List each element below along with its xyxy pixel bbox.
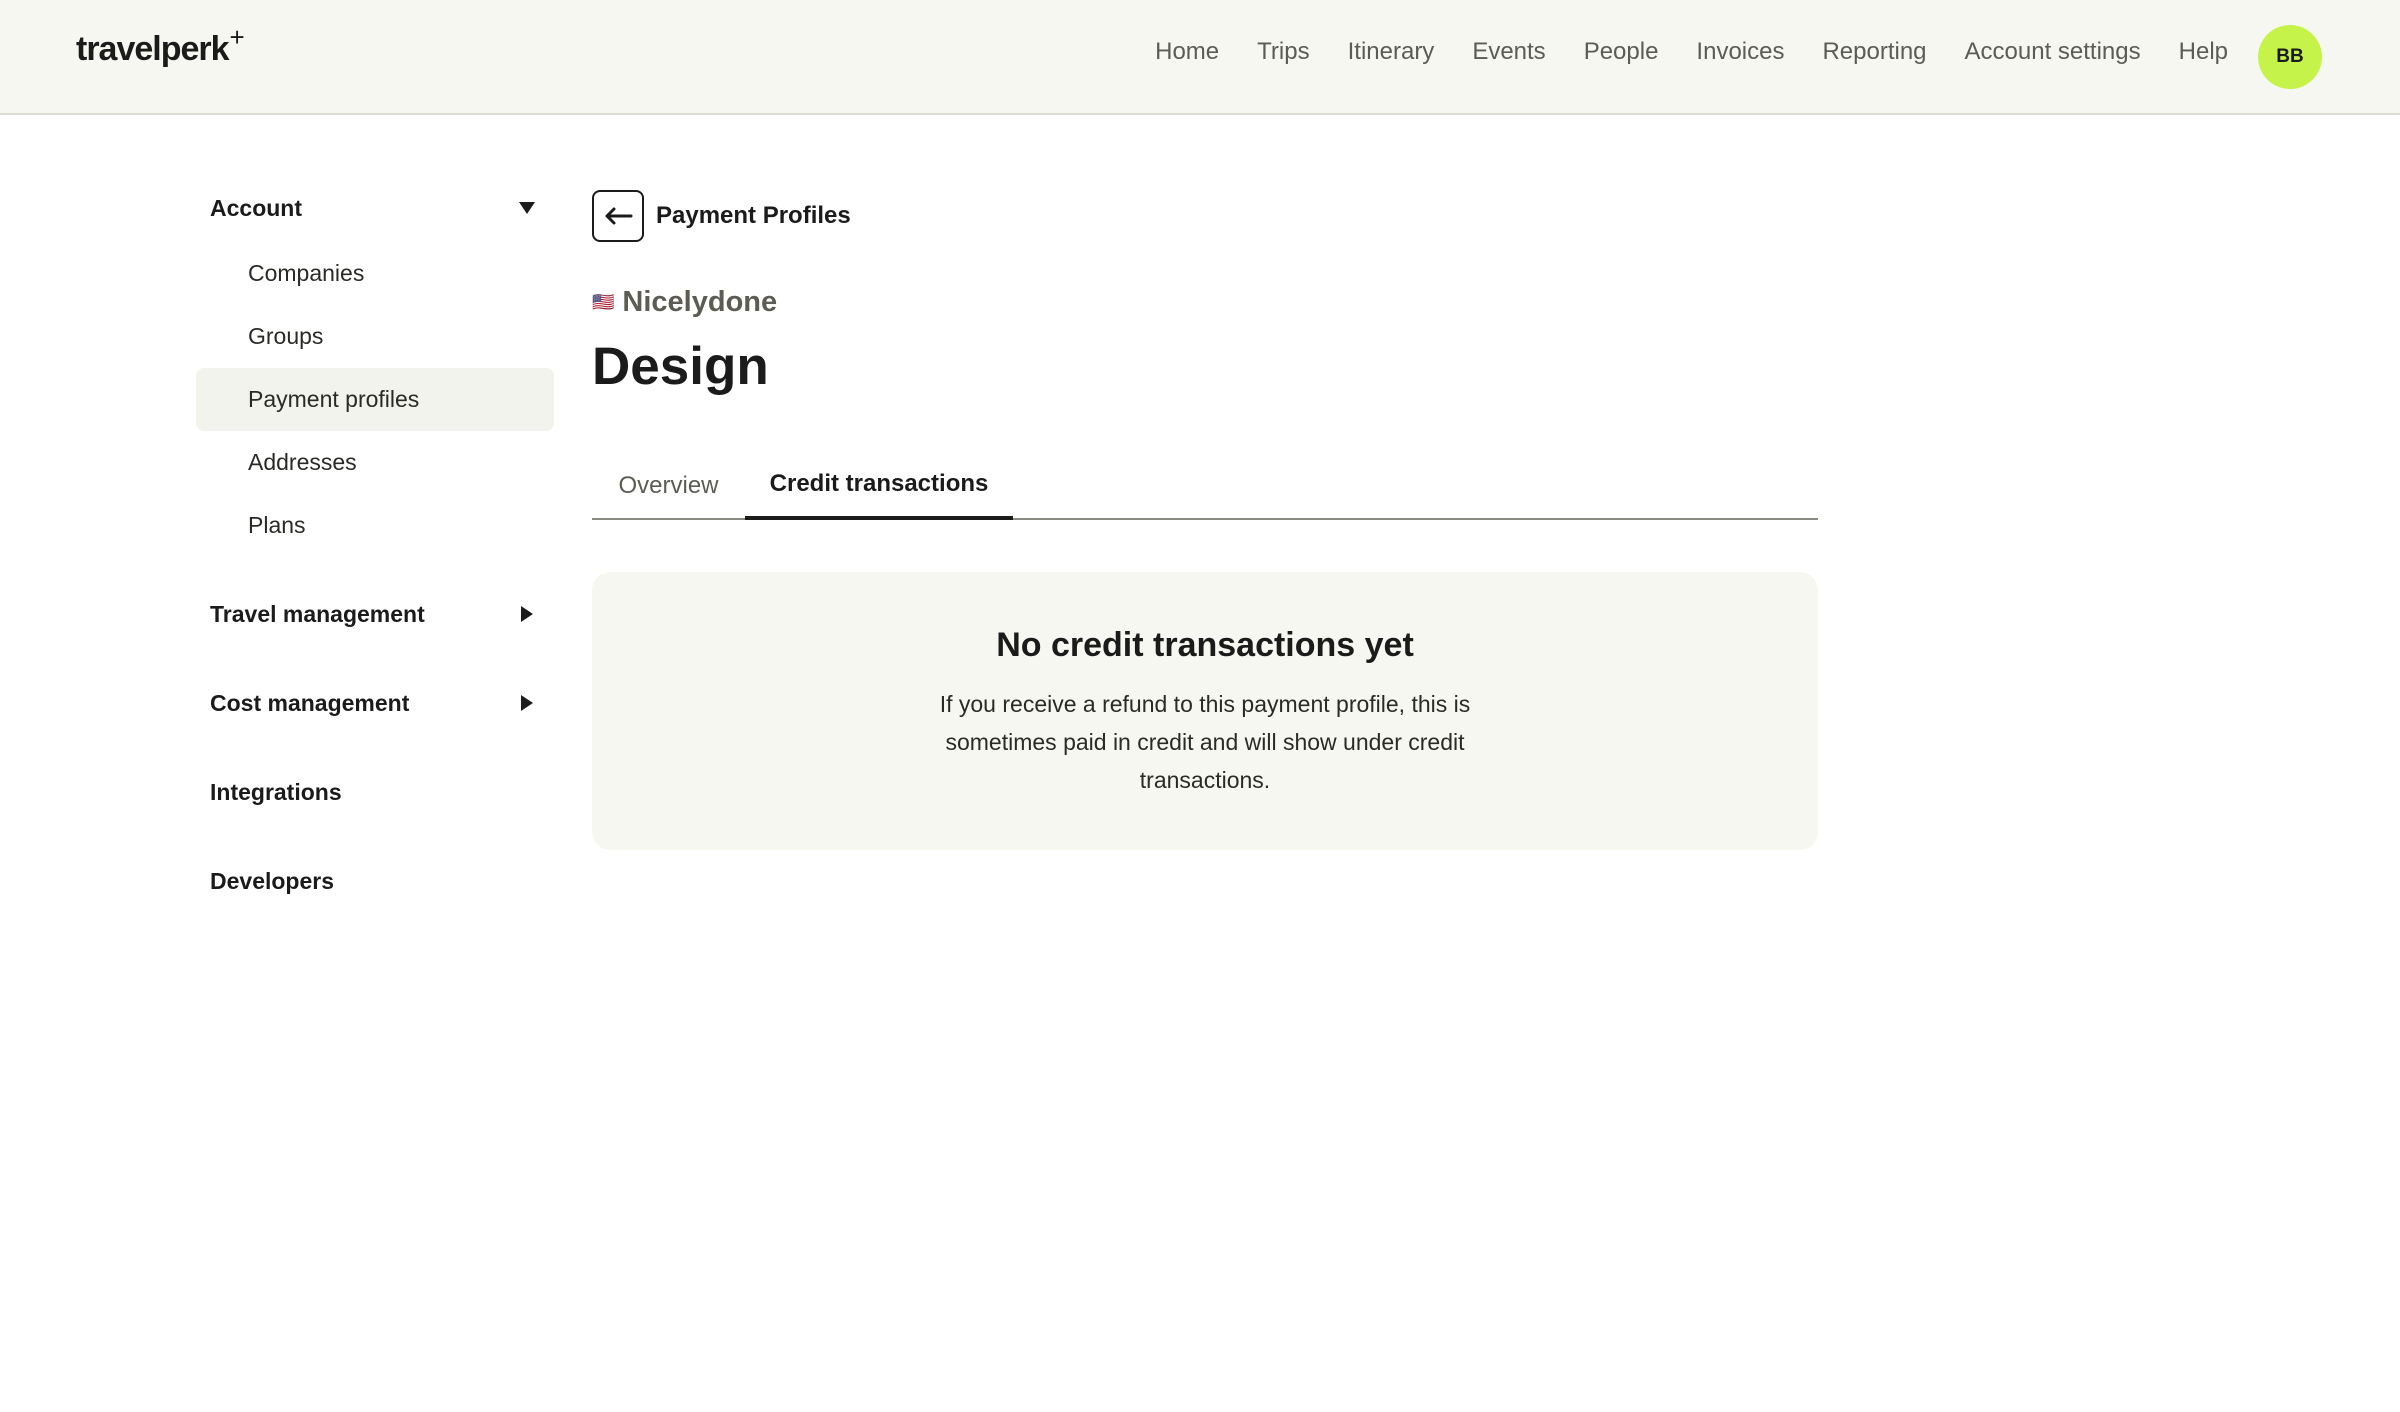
top-navigation-bar: travelperk+ Home Trips Itinerary Events … [0,0,2400,115]
sidebar-section-cost-management[interactable]: Cost management [196,671,554,735]
main-nav: Home Trips Itinerary Events People Invoi… [1155,38,2228,66]
logo-text: travelperk [76,30,230,68]
sidebar-section-label: Account [210,194,302,221]
nav-trips[interactable]: Trips [1257,38,1309,66]
us-flag-icon: 🇺🇸 [592,292,615,312]
sidebar-section-travel-management[interactable]: Travel management [196,582,554,646]
sidebar-section-integrations[interactable]: Integrations [196,760,554,824]
logo-plus-mark: + [229,22,245,52]
sidebar-section-label: Integrations [210,778,342,805]
sidebar-section-label: Developers [210,867,335,894]
travelperk-logo[interactable]: travelperk+ [76,22,245,69]
back-link-label[interactable]: Payment Profiles [656,202,851,230]
caret-down-icon [519,201,535,215]
nav-help[interactable]: Help [2179,38,2228,66]
nav-events[interactable]: Events [1472,38,1545,66]
empty-state-title: No credit transactions yet [996,626,1414,664]
nav-account-settings[interactable]: Account settings [1965,38,2141,66]
sidebar-item-addresses[interactable]: Addresses [196,431,554,494]
sidebar-section-account[interactable]: Account [196,176,554,240]
sidebar-item-payment-profiles[interactable]: Payment profiles [196,368,554,431]
caret-right-icon [520,695,534,711]
sidebar-section-label: Travel management [210,600,425,627]
company-name: Nicelydone [622,286,778,318]
sidebar-section-developers[interactable]: Developers [196,849,554,913]
page-title: Design [592,337,769,396]
nav-home[interactable]: Home [1155,38,1219,66]
nav-itinerary[interactable]: Itinerary [1348,38,1435,66]
profile-tabs: Overview Credit transactions [592,452,1818,520]
nav-reporting[interactable]: Reporting [1822,38,1926,66]
user-avatar[interactable]: BB [2258,25,2322,89]
nav-invoices[interactable]: Invoices [1696,38,1784,66]
sidebar-item-companies[interactable]: Companies [196,242,554,305]
empty-state-description: If you receive a refund to this payment … [939,691,1471,793]
tab-overview[interactable]: Overview [592,452,745,520]
caret-right-icon [520,606,534,622]
back-button[interactable] [592,190,644,242]
nav-people[interactable]: People [1584,38,1659,66]
sidebar-item-groups[interactable]: Groups [196,305,554,368]
sidebar-section-label: Cost management [210,689,410,716]
sidebar-item-plans[interactable]: Plans [196,494,554,557]
empty-state-card: No credit transactions yet If you receiv… [592,572,1818,850]
tab-credit-transactions[interactable]: Credit transactions [745,452,1013,520]
company-label: 🇺🇸 Nicelydone [592,286,777,319]
arrow-left-icon [605,207,633,225]
